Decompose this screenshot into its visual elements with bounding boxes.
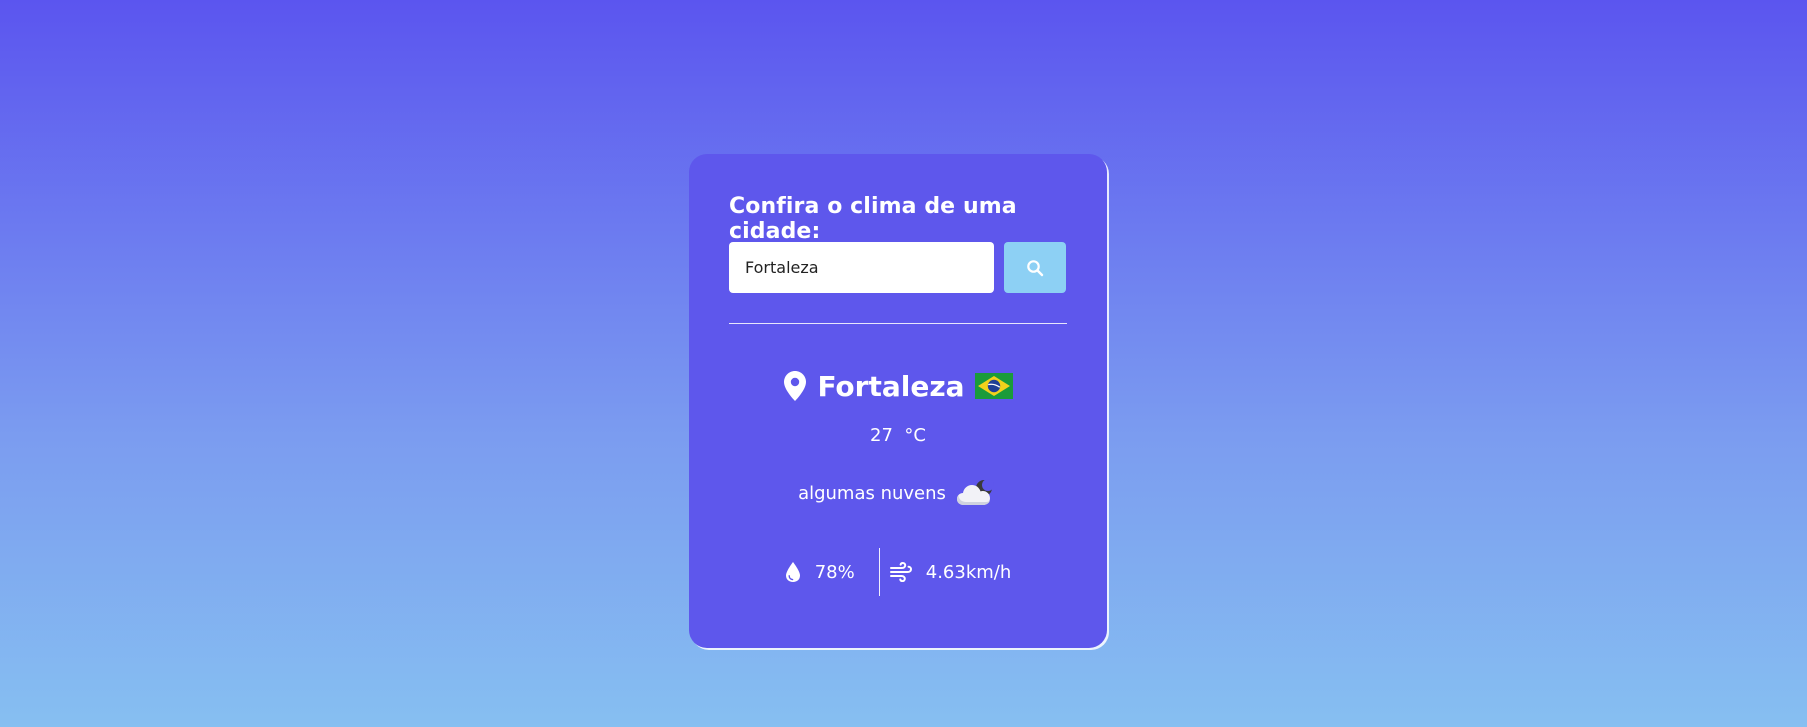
search-button[interactable]: [1004, 242, 1066, 293]
humidity-drop-icon: [785, 562, 800, 582]
weather-details: 78% 4.63km/h: [689, 548, 1107, 596]
humidity-value: 78%: [814, 561, 855, 583]
search-icon: [1027, 259, 1044, 276]
wind-icon: [889, 562, 912, 582]
cloud-partly-night-icon: [956, 479, 994, 505]
wind-block: 4.63km/h: [880, 561, 1012, 583]
city-heading: Fortaleza: [689, 366, 1107, 406]
temperature-unit: °C: [904, 425, 926, 446]
temperature-value: 27: [870, 425, 893, 446]
search-form: [729, 242, 1067, 293]
city-search-input[interactable]: [729, 242, 994, 293]
weather-description-row: algumas nuvens: [689, 476, 1107, 510]
city-name: Fortaleza: [817, 369, 965, 403]
brazil-flag-icon: [974, 373, 1013, 399]
temperature-row: 27 °C: [689, 425, 1107, 446]
location-pin-icon: [784, 371, 807, 401]
divider: [729, 323, 1067, 324]
wind-value: 4.63km/h: [925, 561, 1012, 583]
form-title: Confira o clima de uma cidade:: [729, 194, 1017, 244]
weather-description: algumas nuvens: [798, 482, 946, 504]
humidity-block: 78%: [785, 561, 879, 583]
weather-card: Confira o clima de uma cidade: Fortaleza…: [689, 154, 1107, 648]
